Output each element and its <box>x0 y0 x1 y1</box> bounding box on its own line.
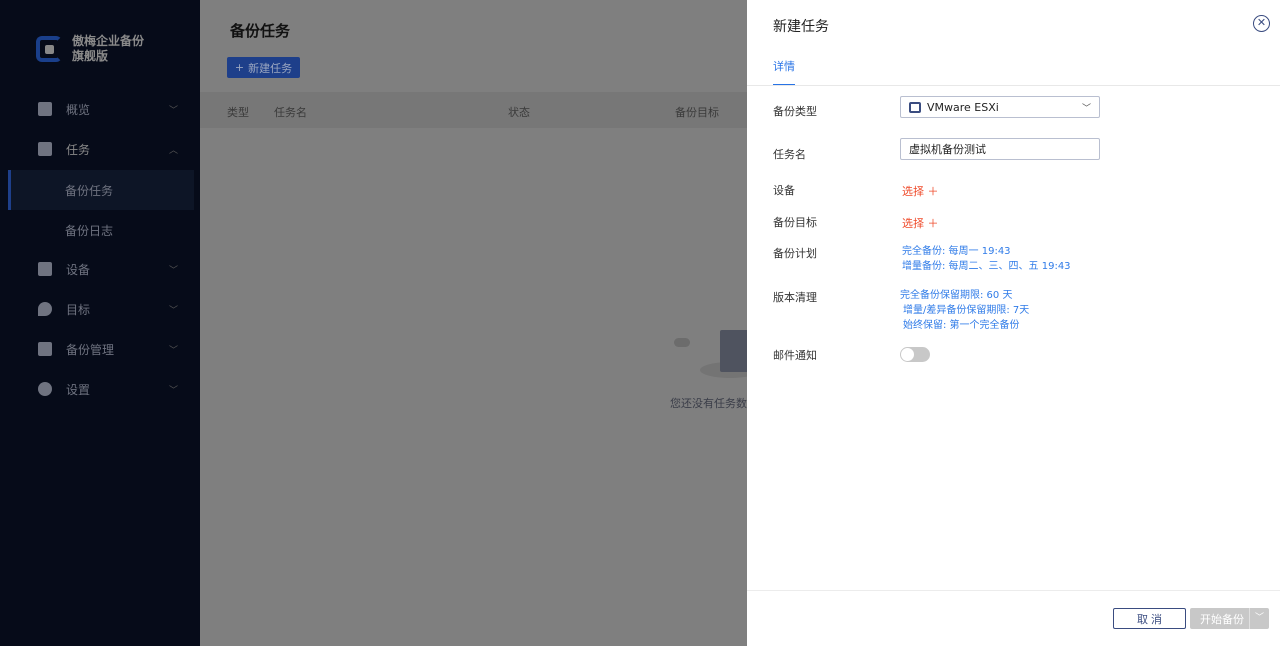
new-task-drawer: 新建任务 ✕ 详情 备份类型 VMware ESXi﹀ 任务名 设备 选择 ＋ … <box>747 0 1280 646</box>
sidebar-subitem-backup-logs[interactable]: 备份日志 <box>8 210 194 250</box>
version-cleanup-link[interactable]: 完全备份保留期限: 60 天 增量/差异备份保留期限: 7天 始终保留: 第一个… <box>900 288 1029 333</box>
monitor-icon <box>38 262 52 276</box>
footer-divider <box>747 590 1280 591</box>
chevron-down-icon: ﹀ <box>168 385 178 396</box>
column-type: 类型 <box>227 106 249 119</box>
task-name-input[interactable] <box>900 138 1100 160</box>
link-label: 选择 <box>902 185 924 198</box>
nav-label: 任务 <box>66 142 91 157</box>
location-pin-icon <box>38 302 52 316</box>
sidebar-subitem-backup-tasks[interactable]: 备份任务 <box>8 170 194 210</box>
logo-icon <box>36 36 62 62</box>
logo: 傲梅企业备份 旗舰版 <box>36 34 144 64</box>
plan-incremental: 增量备份: 每周二、三、四、五 19:43 <box>902 261 1071 272</box>
brand-edition: 旗舰版 <box>72 49 109 63</box>
sidebar-item-overview[interactable]: 概览 ﹀ <box>0 89 200 129</box>
label-backup-type: 备份类型 <box>773 105 817 118</box>
cleanup-keep: 始终保留: 第一个完全备份 <box>903 320 1020 331</box>
nav-label: 设置 <box>66 382 91 397</box>
drawer-title: 新建任务 <box>773 19 829 35</box>
button-label: 开始备份 <box>1200 612 1244 626</box>
brand-name: 傲梅企业备份 <box>72 34 145 48</box>
plus-icon: ＋ <box>927 185 939 198</box>
email-notification-toggle[interactable] <box>900 347 930 362</box>
chevron-up-icon: ︿ <box>168 145 178 156</box>
column-backup-target: 备份目标 <box>675 106 719 119</box>
plus-icon: + <box>234 61 245 74</box>
plan-full: 完全备份: 每周一 19:43 <box>902 246 1011 257</box>
sidebar-item-targets[interactable]: 目标 ﹀ <box>0 289 200 329</box>
close-icon[interactable]: ✕ <box>1253 15 1270 32</box>
cancel-button[interactable]: 取 消 <box>1113 608 1186 629</box>
select-target-link[interactable]: 选择 ＋ <box>902 215 939 231</box>
empty-state-text: 您还没有任务数据 <box>670 397 758 410</box>
nav-label: 备份管理 <box>66 342 115 357</box>
cloud-icon <box>674 338 690 347</box>
sidebar-item-settings[interactable]: 设置 ﹀ <box>0 369 200 409</box>
gear-icon <box>38 382 52 396</box>
sidebar-item-devices[interactable]: 设备 ﹀ <box>0 249 200 289</box>
chevron-down-icon: ﹀ <box>168 105 178 116</box>
nav-label: 概览 <box>66 102 91 117</box>
chevron-down-icon: ﹀ <box>1081 103 1091 114</box>
label-email-notification: 邮件通知 <box>773 349 817 362</box>
sidebar-item-tasks[interactable]: 任务 ︿ <box>0 129 200 169</box>
label-backup-plan: 备份计划 <box>773 247 817 260</box>
empty-clipboard-icon <box>720 330 750 372</box>
sidebar-item-backup-management[interactable]: 备份管理 ﹀ <box>0 329 200 369</box>
clipboard-icon <box>38 142 52 156</box>
tab-divider <box>747 85 1280 86</box>
label-version-cleanup: 版本清理 <box>773 291 817 304</box>
backup-type-select[interactable]: VMware ESXi ﹀ <box>900 96 1100 118</box>
backup-plan-link[interactable]: 完全备份: 每周一 19:43 增量备份: 每周二、三、四、五 19:43 <box>902 244 1071 274</box>
start-backup-button[interactable]: 开始备份 ﹀ <box>1190 608 1269 629</box>
new-task-button[interactable]: + 新建任务 <box>227 57 300 78</box>
nav-label: 目标 <box>66 302 91 317</box>
dashboard-icon <box>38 102 52 116</box>
nav-label: 设备 <box>66 262 91 277</box>
label-device: 设备 <box>773 184 795 197</box>
main-content: 备份任务 + 新建任务 类型 任务名 状态 备份目标 您还没有任务数据 <box>200 0 760 646</box>
sidebar: 傲梅企业备份 旗舰版 概览 ﹀ 任务 ︿ 备份任务 备份日志 设备 ﹀ 目标 ﹀ 备份管理… <box>0 0 200 646</box>
select-device-link[interactable]: 选择 ＋ <box>902 183 939 199</box>
chevron-down-icon: ﹀ <box>168 305 178 316</box>
chevron-down-icon: ﹀ <box>168 345 178 356</box>
plus-icon: ＋ <box>927 217 939 230</box>
chevron-down-icon[interactable]: ﹀ <box>1249 608 1269 629</box>
label-task-name: 任务名 <box>773 148 806 161</box>
layers-icon <box>38 342 52 356</box>
link-label: 选择 <box>902 217 924 230</box>
select-value: VMware ESXi <box>927 100 999 114</box>
tab-details[interactable]: 详情 <box>773 58 795 86</box>
column-status: 状态 <box>508 106 530 119</box>
cleanup-full: 完全备份保留期限: 60 天 <box>900 290 1013 301</box>
table-header: 类型 任务名 状态 备份目标 <box>200 92 747 128</box>
page-title: 备份任务 <box>230 22 291 40</box>
vmware-icon <box>909 101 921 113</box>
chevron-down-icon: ﹀ <box>168 265 178 276</box>
column-task-name: 任务名 <box>274 106 307 119</box>
cleanup-incremental: 增量/差异备份保留期限: 7天 <box>903 305 1030 316</box>
button-label: 新建任务 <box>248 61 293 75</box>
label-backup-target: 备份目标 <box>773 216 817 229</box>
